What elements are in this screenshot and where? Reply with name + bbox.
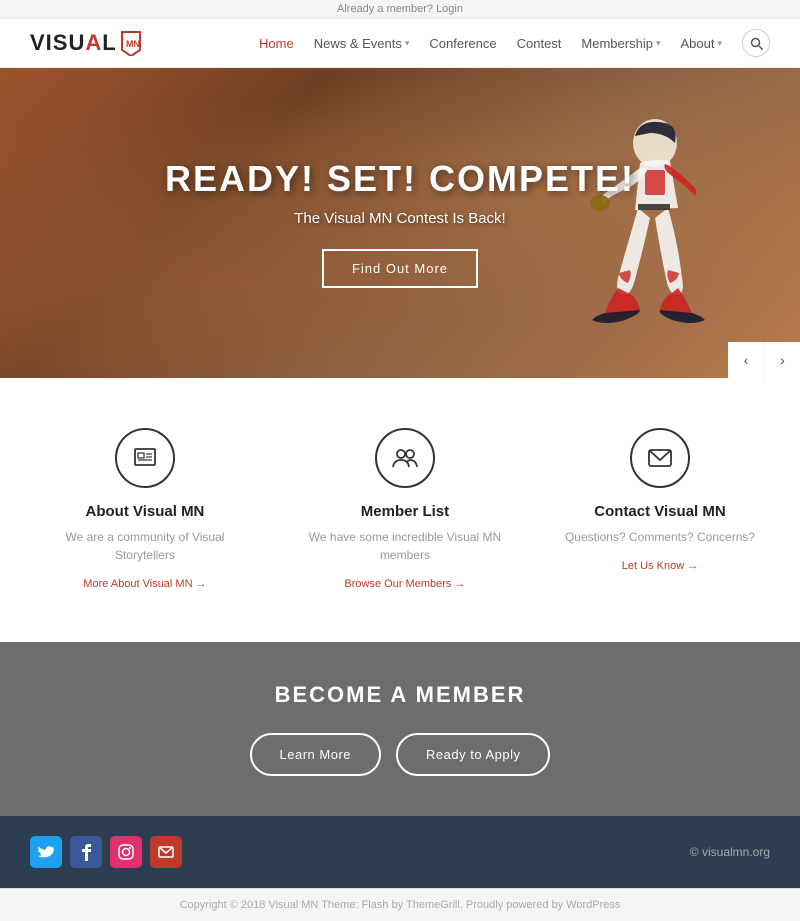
info-about: About Visual MN We are a community of Vi… (45, 428, 245, 592)
search-icon (750, 37, 763, 50)
next-slide-button[interactable]: › (764, 342, 800, 378)
members-icon (375, 428, 435, 488)
become-member-title: BECOME A MEMBER (20, 682, 780, 708)
nav-conference[interactable]: Conference (429, 36, 496, 51)
find-out-more-button[interactable]: Find Out More (322, 249, 478, 288)
contact-link[interactable]: Let Us Know (622, 560, 698, 572)
email-icon[interactable] (150, 836, 182, 868)
contact-desc: Questions? Comments? Concerns? (565, 528, 755, 546)
members-link[interactable]: Browse Our Members (344, 578, 465, 590)
svg-text:MN: MN (126, 39, 140, 49)
already-member-text: Already a member? (337, 3, 433, 15)
logo-mn-icon: MN (120, 30, 142, 56)
become-member-section: BECOME A MEMBER Learn More Ready to Appl… (0, 642, 800, 816)
instagram-icon[interactable] (110, 836, 142, 868)
facebook-icon[interactable] (70, 836, 102, 868)
hero-content: READY! SET! COMPETE! The Visual MN Conte… (165, 158, 635, 288)
contact-icon (630, 428, 690, 488)
slider-arrows: ‹ › (728, 342, 800, 378)
site-header: VISUAL MN Home News & Events ▾ Conferenc… (0, 19, 800, 68)
bottom-copyright-text: Copyright © 2018 Visual MN Theme: Flash … (180, 899, 621, 911)
contact-title: Contact Visual MN (565, 503, 755, 520)
about-icon (115, 428, 175, 488)
learn-more-button[interactable]: Learn More (250, 733, 381, 776)
logo-text: VISUAL (30, 30, 117, 56)
about-link[interactable]: More About Visual MN (83, 578, 206, 590)
nav-about[interactable]: About ▾ (680, 36, 722, 51)
membership-chevron-icon: ▾ (656, 38, 661, 49)
members-desc: We have some incredible Visual MN member… (305, 528, 505, 564)
about-title: About Visual MN (45, 503, 245, 520)
bottom-bar: Copyright © 2018 Visual MN Theme: Flash … (0, 888, 800, 921)
prev-slide-button[interactable]: ‹ (728, 342, 764, 378)
top-bar: Already a member? Login (0, 0, 800, 19)
twitter-icon[interactable] (30, 836, 62, 868)
member-buttons: Learn More Ready to Apply (20, 733, 780, 776)
hero-subtitle: The Visual MN Contest Is Back! (165, 210, 635, 227)
social-icons (30, 836, 182, 868)
nav-membership[interactable]: Membership ▾ (581, 36, 660, 51)
ready-to-apply-button[interactable]: Ready to Apply (396, 733, 550, 776)
nav-contest[interactable]: Contest (517, 36, 562, 51)
site-footer: © visualmn.org (0, 816, 800, 888)
news-chevron-icon: ▾ (405, 38, 410, 49)
footer-copyright: © visualmn.org (690, 845, 770, 859)
about-desc: We are a community of Visual Storyteller… (45, 528, 245, 564)
site-logo[interactable]: VISUAL MN (30, 30, 142, 56)
hero-section: READY! SET! COMPETE! The Visual MN Conte… (0, 68, 800, 378)
info-contact: Contact Visual MN Questions? Comments? C… (565, 428, 755, 592)
main-nav: Home News & Events ▾ Conference Contest … (259, 29, 770, 57)
search-button[interactable] (742, 29, 770, 57)
about-chevron-icon: ▾ (717, 38, 722, 49)
members-title: Member List (305, 503, 505, 520)
info-section: About Visual MN We are a community of Vi… (0, 378, 800, 642)
info-members: Member List We have some incredible Visu… (305, 428, 505, 592)
login-link[interactable]: Login (436, 3, 463, 15)
hero-title: READY! SET! COMPETE! (165, 158, 635, 200)
nav-news-events[interactable]: News & Events ▾ (314, 36, 410, 51)
nav-home[interactable]: Home (259, 36, 294, 51)
